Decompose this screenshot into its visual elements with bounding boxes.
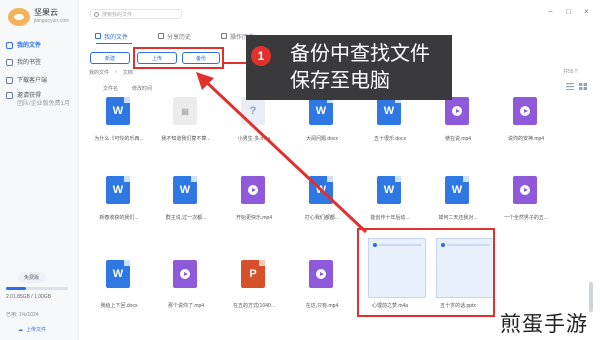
step-number-badge: 1 [251, 46, 271, 66]
scrollbar[interactable] [589, 282, 593, 312]
callout-line2: 保存至电脑 [290, 68, 390, 92]
watermark: 煎蛋手游 [500, 312, 588, 336]
callout-line1: 备份中查找文件 [290, 41, 430, 65]
instruction-callout: 备份中查找文件 保存至电脑 [246, 35, 452, 100]
